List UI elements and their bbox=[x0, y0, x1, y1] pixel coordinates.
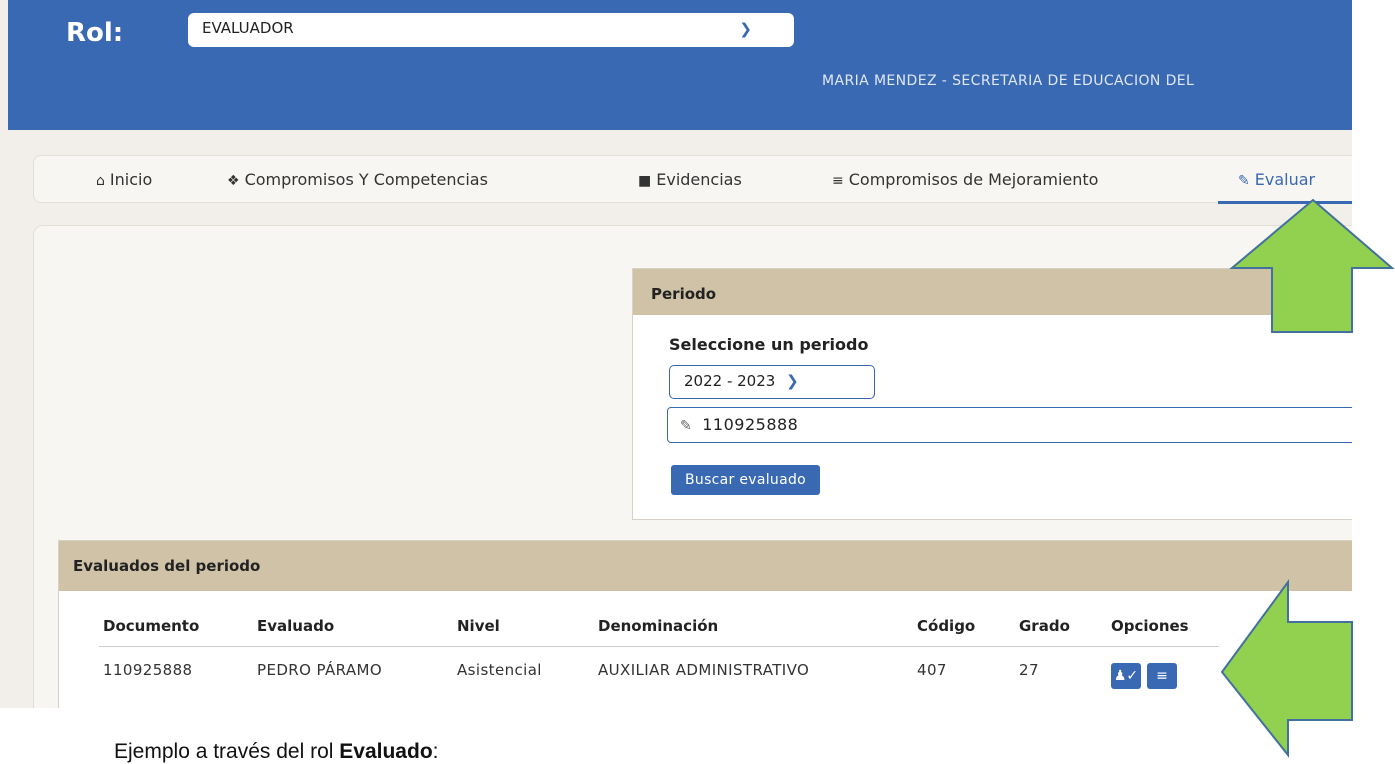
caption: Ejemplo a través del rol Evaluado: bbox=[114, 740, 439, 764]
caption-end: : bbox=[432, 740, 439, 763]
left-arrow-annotation bbox=[1220, 578, 1353, 758]
caption-text: Ejemplo a través del rol bbox=[114, 740, 340, 763]
annotation-arrows bbox=[1220, 198, 1395, 758]
caption-bold: Evaluado bbox=[339, 740, 433, 763]
up-arrow-annotation bbox=[1229, 198, 1395, 333]
